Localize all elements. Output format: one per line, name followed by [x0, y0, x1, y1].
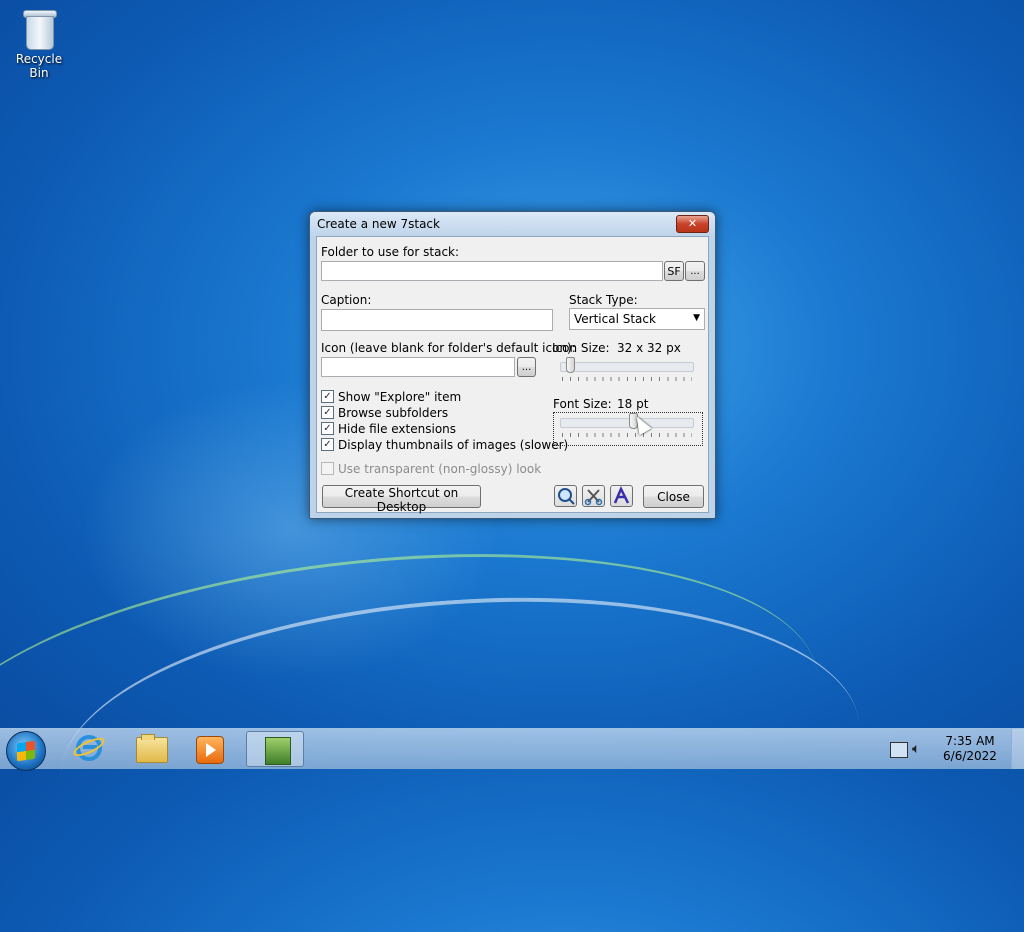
clock-time: 7:35 AM [945, 734, 995, 748]
checkbox-label: Use transparent (non-glossy) look [338, 462, 542, 476]
font-button[interactable] [610, 485, 633, 507]
font-size-label: Font Size: [553, 397, 612, 411]
slider-thumb[interactable] [566, 357, 575, 373]
show-desktop-button[interactable] [1011, 729, 1024, 769]
slider-track [560, 362, 694, 372]
close-button[interactable]: Close [643, 485, 704, 508]
slider-ticks [562, 377, 692, 381]
checkbox-hide-extensions[interactable]: ✓ Hide file extensions [321, 422, 456, 436]
checkbox-label: Display thumbnails of images (slower) [338, 438, 569, 452]
dialog-titlebar[interactable]: Create a new 7stack ✕ [310, 212, 715, 236]
desktop-icon-label: Recycle Bin [15, 52, 63, 80]
caption-label: Caption: [321, 293, 372, 307]
slider-track [560, 418, 694, 428]
checkbox-box[interactable]: ✓ [321, 390, 334, 403]
close-window-button[interactable]: ✕ [676, 215, 709, 233]
checkbox-show-explore[interactable]: ✓ Show "Explore" item [321, 390, 461, 404]
folder-input[interactable] [321, 261, 663, 281]
close-icon: ✕ [687, 217, 698, 230]
stack-type-select[interactable]: Vertical Stack ▼ [569, 308, 705, 330]
icon-size-value: 32 x 32 px [617, 341, 681, 355]
search-tool-button[interactable] [554, 485, 577, 507]
checkbox-transparent-look[interactable]: Use transparent (non-glossy) look [321, 462, 541, 476]
checkbox-label: Show "Explore" item [338, 390, 462, 404]
system-tray: 🔈︎ 7:35 AM 6/6/2022 [884, 729, 1024, 769]
volume-icon[interactable]: 🔈︎ [912, 741, 920, 757]
create-stack-dialog: Create a new 7stack ✕ Folder to use for … [309, 211, 716, 519]
taskbar-7stack[interactable] [246, 731, 304, 767]
checkbox-box[interactable]: ✓ [321, 406, 334, 419]
taskbar-windows-explorer[interactable] [120, 731, 178, 767]
dialog-client: Folder to use for stack: SF ... Caption:… [316, 236, 709, 514]
slider-ticks [562, 433, 692, 437]
desktop-icon-recycle-bin[interactable]: Recycle Bin [6, 6, 72, 80]
windows-explorer-icon [136, 734, 168, 763]
font-size-slider[interactable] [560, 413, 694, 439]
caption-input[interactable] [321, 309, 553, 331]
network-icon[interactable] [890, 742, 908, 758]
windows-logo-icon [17, 740, 35, 762]
taskbar-internet-explorer[interactable] [60, 731, 118, 767]
stack-type-label: Stack Type: [569, 293, 638, 307]
checkbox-box[interactable] [321, 462, 334, 475]
checkbox-box[interactable]: ✓ [321, 422, 334, 435]
browse-icon-button[interactable]: ... [517, 357, 536, 377]
stack-type-value: Vertical Stack [574, 312, 656, 326]
font-size-value: 18 pt [617, 397, 649, 411]
icon-size-label: Icon Size: [552, 341, 610, 355]
icon-label: Icon (leave blank for folder's default i… [321, 341, 576, 355]
font-icon [613, 486, 630, 504]
tools-icon [584, 489, 603, 506]
tools-button[interactable] [582, 485, 605, 507]
checkbox-label: Hide file extensions [338, 422, 457, 436]
start-button[interactable] [6, 731, 46, 771]
taskbar-media-player[interactable] [180, 731, 238, 767]
media-player-icon [196, 736, 224, 764]
checkbox-label: Browse subfolders [338, 406, 449, 420]
recycle-bin-icon [23, 8, 57, 50]
clock[interactable]: 7:35 AM 6/6/2022 [934, 734, 1006, 764]
chevron-down-icon: ▼ [693, 313, 700, 323]
dialog-title: Create a new 7stack [317, 217, 440, 231]
7stack-icon [265, 737, 291, 765]
create-shortcut-button[interactable]: Create Shortcut on Desktop [322, 485, 481, 514]
checkbox-display-thumbnails[interactable]: ✓ Display thumbnails of images (slower) [321, 438, 568, 452]
taskbar: 🔈︎ 7:35 AM 6/6/2022 [0, 728, 1024, 771]
clock-date: 6/6/2022 [943, 749, 997, 763]
icon-input[interactable] [321, 357, 515, 377]
folder-label: Folder to use for stack: [321, 245, 460, 259]
checkbox-browse-subfolders[interactable]: ✓ Browse subfolders [321, 406, 448, 420]
icon-size-slider[interactable] [560, 357, 694, 383]
special-folder-button[interactable]: SF [664, 261, 684, 281]
browse-folder-button[interactable]: ... [685, 261, 705, 281]
search-icon [558, 488, 575, 505]
checkbox-box[interactable]: ✓ [321, 438, 334, 451]
